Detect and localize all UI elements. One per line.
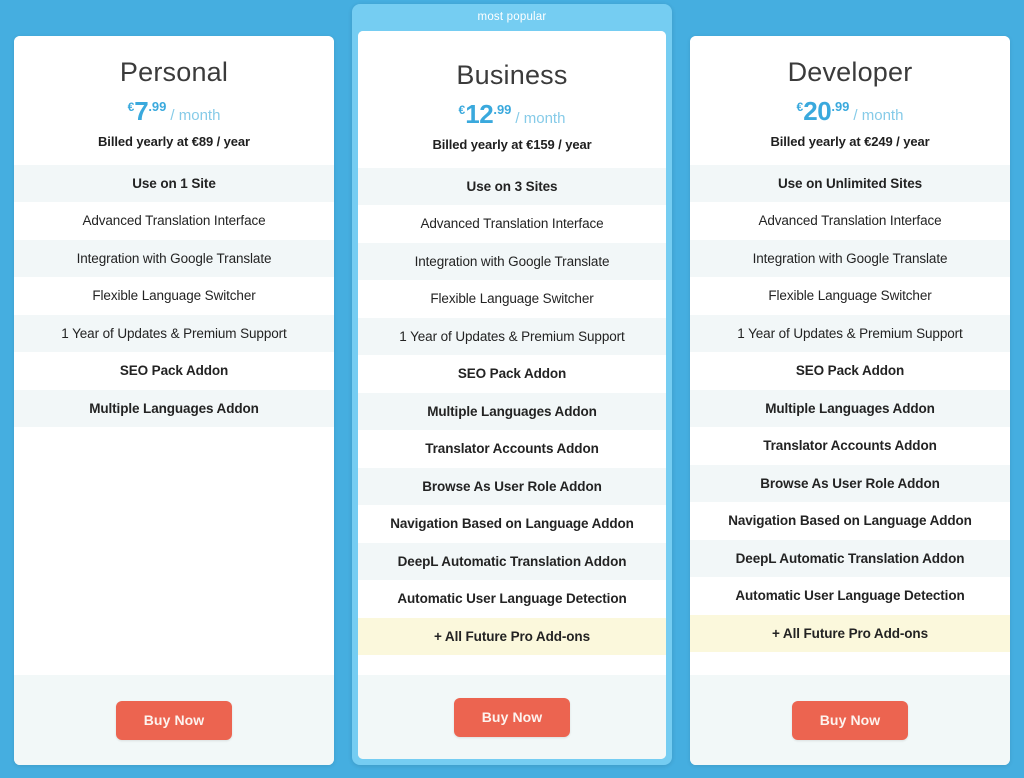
plan-price: €12.99/ month — [358, 101, 666, 127]
feature-row: SEO Pack Addon — [14, 352, 334, 390]
most-popular-badge: most popular — [477, 11, 547, 23]
price-decimal: .99 — [831, 98, 850, 114]
feature-row: Multiple Languages Addon — [14, 389, 334, 428]
feature-row: Multiple Languages Addon — [358, 392, 666, 431]
feature-row: Use on Unlimited Sites — [690, 164, 1010, 203]
plan-price: €20.99/ month — [690, 98, 1010, 124]
feature-list: Use on 3 Sites Advanced Translation Inter… — [358, 167, 666, 675]
plan-footer: Buy Now — [358, 675, 666, 759]
plan-title: Business — [456, 60, 568, 90]
plan-card-inner: Business €12.99/ month Billed yearly at €1… — [358, 31, 666, 759]
feature-row: Flexible Language Switcher — [358, 280, 666, 318]
price-period: / month — [853, 106, 904, 124]
feature-row: Advanced Translation Interface — [358, 205, 666, 243]
feature-row: Flexible Language Switcher — [690, 277, 1010, 315]
plan-billing-note: Billed yearly at €89 / year — [98, 133, 250, 149]
feature-row: + All Future Pro Add-ons — [358, 617, 666, 656]
feature-list: Use on Unlimited Sites Advanced Translati… — [690, 164, 1010, 675]
plan-billing-note: Billed yearly at €249 / year — [770, 133, 930, 149]
feature-row: 1 Year of Updates & Premium Support — [14, 314, 334, 353]
pricing-table: Personal €7.99/ month Billed yearly at €89… — [0, 0, 1024, 778]
plan-header: Developer €20.99/ month Billed yearly at €… — [690, 36, 1010, 165]
feature-row: Translator Accounts Addon — [358, 430, 666, 468]
plan-header: Personal €7.99/ month Billed yearly at €89… — [14, 36, 334, 165]
feature-row: SEO Pack Addon — [690, 352, 1010, 390]
feature-row: Navigation Based on Language Addon — [358, 505, 666, 543]
plan-billing-note: Billed yearly at €159 / year — [432, 136, 592, 152]
buy-now-button[interactable]: Buy Now — [453, 697, 571, 737]
feature-row: + All Future Pro Add-ons — [690, 614, 1010, 653]
feature-row: Integration with Google Translate — [690, 239, 1010, 278]
feature-row: 1 Year of Updates & Premium Support — [358, 317, 666, 356]
buy-now-button[interactable]: Buy Now — [115, 700, 233, 740]
buy-now-button[interactable]: Buy Now — [791, 700, 909, 740]
plan-footer: Buy Now — [690, 675, 1010, 765]
feature-row: Automatic User Language Detection — [358, 580, 666, 618]
price-decimal: .99 — [148, 98, 167, 114]
plan-header: Business €12.99/ month Billed yearly at €1… — [358, 31, 666, 168]
feature-row: 1 Year of Updates & Premium Support — [690, 314, 1010, 353]
feature-row: Use on 1 Site — [14, 164, 334, 203]
price-integer: 12 — [465, 98, 494, 129]
plan-price: €7.99/ month — [14, 98, 334, 124]
pricing-plan-business: most popular Business €12.99/ month Billed … — [352, 4, 672, 765]
price-integer: 20 — [803, 95, 832, 126]
price-period: / month — [515, 109, 566, 127]
feature-row: Integration with Google Translate — [14, 239, 334, 278]
feature-row: Multiple Languages Addon — [690, 389, 1010, 428]
feature-row: Translator Accounts Addon — [690, 427, 1010, 465]
feature-row: Advanced Translation Interface — [14, 202, 334, 240]
price-decimal: .99 — [493, 101, 512, 117]
feature-row: SEO Pack Addon — [358, 355, 666, 393]
feature-row: Navigation Based on Language Addon — [690, 502, 1010, 540]
feature-row: Integration with Google Translate — [358, 242, 666, 281]
feature-row: DeepL Automatic Translation Addon — [358, 542, 666, 581]
plan-title: Developer — [787, 57, 913, 87]
feature-list-filler — [14, 427, 334, 675]
price-integer: 7 — [134, 95, 149, 126]
plan-title: Personal — [119, 57, 229, 87]
feature-row: Flexible Language Switcher — [14, 277, 334, 315]
feature-row: DeepL Automatic Translation Addon — [690, 539, 1010, 578]
pricing-plan-personal: Personal €7.99/ month Billed yearly at €89… — [14, 36, 334, 765]
feature-row: Automatic User Language Detection — [690, 577, 1010, 615]
feature-list-filler — [690, 652, 1010, 675]
feature-list-filler — [358, 655, 666, 675]
price-period: / month — [170, 106, 221, 124]
feature-row: Advanced Translation Interface — [690, 202, 1010, 240]
pricing-plan-developer: Developer €20.99/ month Billed yearly at €… — [690, 36, 1010, 765]
feature-row: Browse As User Role Addon — [690, 464, 1010, 503]
feature-list: Use on 1 Site Advanced Translation Interf… — [14, 164, 334, 675]
feature-row: Browse As User Role Addon — [358, 467, 666, 506]
feature-row: Use on 3 Sites — [358, 167, 666, 206]
plan-footer: Buy Now — [14, 675, 334, 765]
